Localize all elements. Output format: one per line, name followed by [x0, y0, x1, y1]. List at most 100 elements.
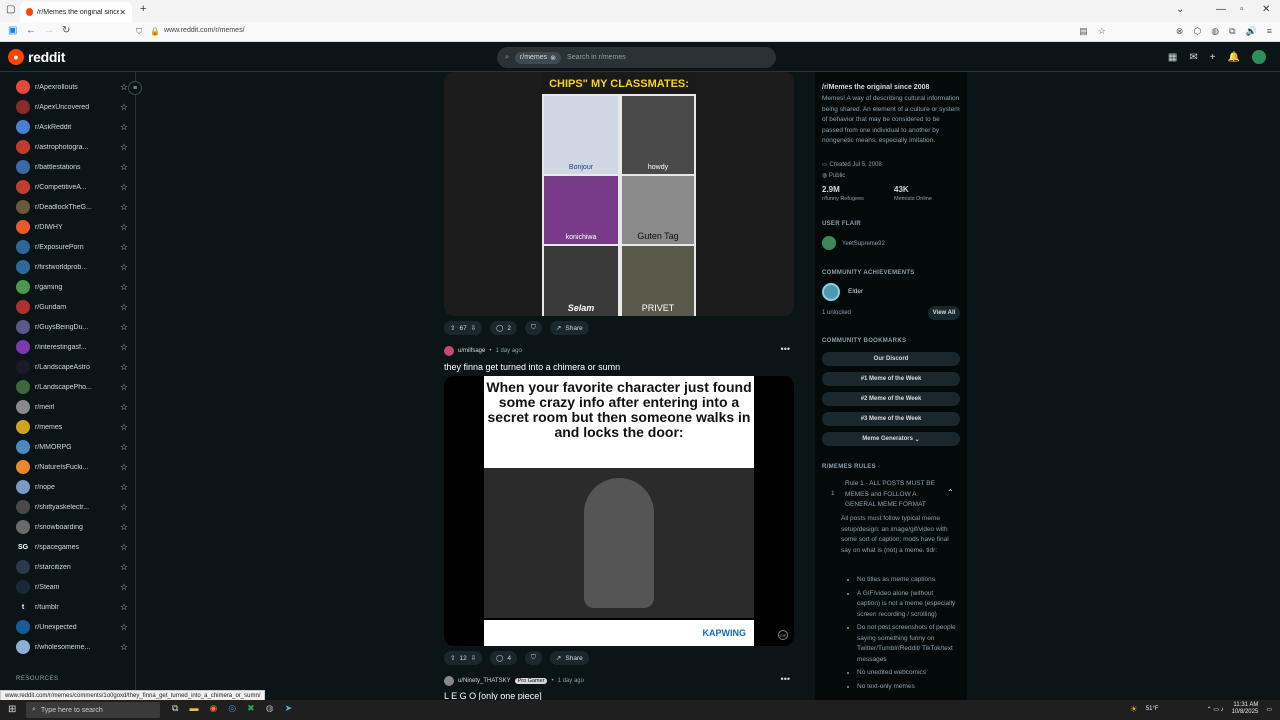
reddit-logo[interactable]: ● reddit [8, 49, 65, 65]
favorite-star-icon[interactable]: ☆ [120, 542, 128, 553]
firefox-icon[interactable]: ◉ [209, 703, 217, 714]
share-button[interactable]: ↗ Share [549, 651, 589, 665]
share-button[interactable]: ↗ Share [549, 321, 589, 335]
tab-dropdown-icon[interactable]: ⌄ [1176, 4, 1184, 15]
sidebar-community-item[interactable]: r/gaming ☆ [16, 277, 128, 297]
sidebar-community-item[interactable]: r/interestingasf... ☆ [16, 337, 128, 357]
app-icon[interactable]: ◍ [266, 703, 274, 714]
favorite-star-icon[interactable]: ☆ [120, 322, 128, 333]
downvote-icon[interactable]: ⇩ [471, 654, 476, 662]
post-author[interactable]: u/Ninety_THATSKY [458, 678, 511, 684]
forward-button[interactable]: → [44, 25, 54, 36]
tray-icons[interactable]: ⌃ ▭ ♪ [1207, 706, 1224, 713]
favorite-star-icon[interactable]: ☆ [120, 102, 128, 113]
favorite-star-icon[interactable]: ☆ [120, 482, 128, 493]
sidebar-community-item[interactable]: r/ApexUncovered ☆ [16, 97, 128, 117]
create-post-icon[interactable]: + [1210, 52, 1216, 63]
sidebar-community-item[interactable]: r/nope ☆ [16, 477, 128, 497]
sidebar-community-item[interactable]: r/Steam ☆ [16, 577, 128, 597]
notifications-icon[interactable]: 🔔 [1228, 52, 1240, 63]
post-title[interactable]: they finna get turned into a chimera or … [444, 362, 620, 372]
post2-media[interactable]: When your favorite character just found … [444, 376, 794, 646]
collapse-sidebar-button[interactable]: ≡ [128, 81, 142, 95]
shield-icon[interactable]: ⛉ [136, 27, 142, 37]
favorite-star-icon[interactable]: ☆ [120, 302, 128, 313]
sidebar-community-item[interactable]: r/LandscapePho... ☆ [16, 377, 128, 397]
award-button[interactable]: ⛉ [525, 651, 542, 665]
user-avatar[interactable] [444, 676, 454, 686]
audio-icon[interactable]: 🔊 [1246, 26, 1257, 37]
sidebar-community-item[interactable]: r/Apexrollouts ☆ [16, 77, 128, 97]
sidebar-community-item[interactable]: t r/tumblr ☆ [16, 597, 128, 617]
favorite-star-icon[interactable]: ☆ [120, 242, 128, 253]
file-explorer-icon[interactable]: ▬ [189, 703, 198, 714]
sidebar-community-item[interactable]: r/DIWHY ☆ [16, 217, 128, 237]
windows-start-icon[interactable]: ⊞ [8, 704, 16, 715]
comments-button[interactable]: ◯ 2 [490, 321, 518, 335]
sidebar-community-item[interactable]: r/GuysBeingDu... ☆ [16, 317, 128, 337]
bookmark-button[interactable]: #3 Meme of the Week [822, 412, 960, 426]
close-window-button[interactable]: ✕ [1262, 4, 1270, 15]
favorite-star-icon[interactable]: ☆ [120, 522, 128, 533]
chevron-up-icon[interactable]: ⌃ [947, 488, 954, 497]
resources-heading[interactable]: RESOURCES [16, 676, 59, 682]
favorite-star-icon[interactable]: ☆ [120, 602, 128, 613]
clock[interactable]: 11:31 AM 10/8/2025 [1232, 702, 1259, 716]
chrome-icon[interactable]: ◎ [228, 703, 236, 714]
sidebar-community-item[interactable]: r/shittyaskelectr... ☆ [16, 497, 128, 517]
meme-generators-button[interactable]: Meme Generators ⌄ [822, 432, 960, 446]
sidebar-community-item[interactable]: r/Unexpected ☆ [16, 617, 128, 637]
favorite-star-icon[interactable]: ☆ [120, 342, 128, 353]
steam-icon[interactable]: ➤ [285, 703, 293, 714]
favorite-star-icon[interactable]: ☆ [120, 282, 128, 293]
remove-chip-icon[interactable]: ⊗ [550, 54, 556, 62]
post-options-icon[interactable]: ••• [781, 344, 790, 354]
browser-tab-active[interactable]: /r/Memes the original since 20 ✕ [20, 2, 132, 22]
new-tab-button[interactable]: + [140, 3, 146, 15]
sidebar-toggle-icon[interactable]: ▣ [8, 25, 17, 36]
weather-temp[interactable]: 51°F [1146, 706, 1159, 712]
upvote-icon[interactable]: ⇧ [450, 324, 455, 332]
sidebar-community-item[interactable]: r/memes ☆ [16, 417, 128, 437]
reload-button[interactable]: ↻ [62, 25, 70, 36]
favorite-star-icon[interactable]: ☆ [120, 422, 128, 433]
reader-view-icon[interactable]: ▤ [1079, 26, 1088, 37]
lock-icon[interactable]: 🔒 [150, 27, 160, 36]
favorite-star-icon[interactable]: ☆ [120, 582, 128, 593]
bookmark-button[interactable]: #1 Meme of the Week [822, 372, 960, 386]
maximize-button[interactable]: ▫ [1240, 4, 1244, 15]
account-icon[interactable]: ◍ [1211, 26, 1219, 37]
favorite-star-icon[interactable]: ☆ [120, 642, 128, 653]
sidebar-community-item[interactable]: r/firstworldprob... ☆ [16, 257, 128, 277]
rule-title[interactable]: Rule 1 - ALL POSTS MUST BE MEMES and FOL… [845, 479, 945, 511]
favorite-star-icon[interactable]: ☆ [120, 362, 128, 373]
favorite-star-icon[interactable]: ☆ [120, 562, 128, 573]
sidebar-community-item[interactable]: r/snowboarding ☆ [16, 517, 128, 537]
user-avatar[interactable] [1252, 50, 1266, 64]
subreddit-chip[interactable]: r/memes ⊗ [514, 51, 562, 64]
sidebar-community-item[interactable]: r/LandscapeAstro ☆ [16, 357, 128, 377]
favorite-star-icon[interactable]: ☆ [120, 402, 128, 413]
comments-button[interactable]: ◯ 4 [490, 651, 518, 665]
user-avatar[interactable] [444, 346, 454, 356]
view-all-button[interactable]: View All [928, 306, 960, 320]
advertise-icon[interactable]: ▦ [1168, 52, 1177, 63]
sidebar-community-item[interactable]: r/ExposurePorn ☆ [16, 237, 128, 257]
sidebar-community-item[interactable]: r/astrophotogra... ☆ [16, 137, 128, 157]
search-input[interactable]: Search in r/memes [567, 54, 626, 61]
favorite-star-icon[interactable]: ☆ [120, 182, 128, 193]
favorite-star-icon[interactable]: ☆ [120, 442, 128, 453]
favorite-star-icon[interactable]: ☆ [120, 382, 128, 393]
back-button[interactable]: ← [26, 25, 36, 36]
sidebar-community-item[interactable]: r/meirl ☆ [16, 397, 128, 417]
menu-icon[interactable]: ≡ [1267, 26, 1272, 37]
sidebar-community-item[interactable]: r/battlestations ☆ [16, 157, 128, 177]
extensions-icon[interactable]: ⧉ [1229, 26, 1235, 37]
post-title[interactable]: L E G O [only one piece] [444, 691, 542, 700]
post-options-icon[interactable]: ••• [781, 674, 790, 684]
post1-media[interactable]: CHIPS" MY CLASSMATES: Bonjour howdy koni… [444, 72, 794, 316]
upvote-icon[interactable]: ⇧ [450, 654, 455, 662]
pocket-icon[interactable]: ⬡ [1193, 26, 1201, 37]
sidebar-community-item[interactable]: r/NatureIsFucki... ☆ [16, 457, 128, 477]
chat-icon[interactable]: ✉ [1189, 52, 1197, 63]
